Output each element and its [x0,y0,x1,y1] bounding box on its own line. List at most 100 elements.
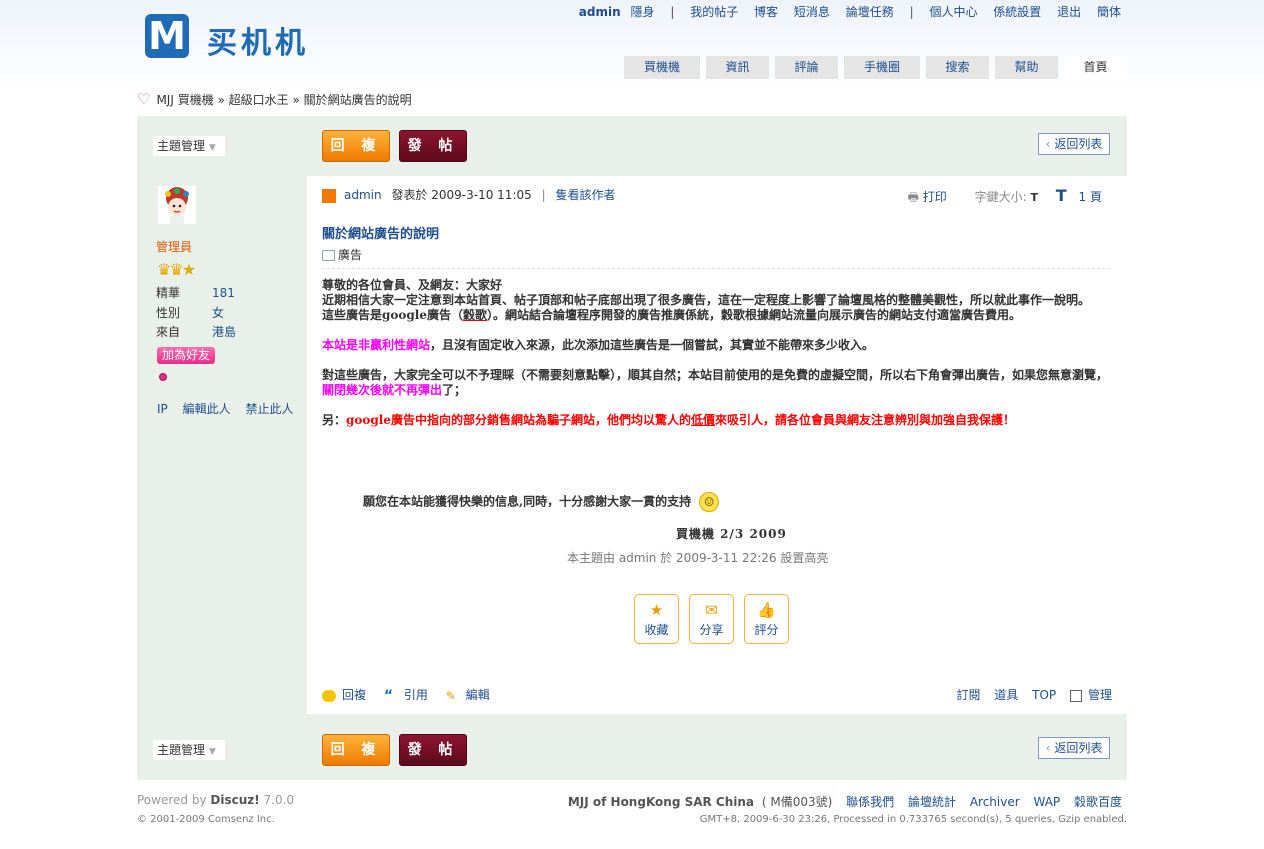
back-arrow-icon: ‹ [1045,137,1051,151]
site-name-link[interactable]: MJJ of HongKong SAR China [568,795,754,809]
archiver-link[interactable]: Archiver [970,795,1020,809]
props-link[interactable]: 道具 [994,688,1018,702]
content-text-red-underlined: 低價 [691,413,716,427]
new-post-button[interactable]: 發 帖 [399,130,467,162]
stat-value: 女 [212,305,225,320]
post-header-tools: 🖶 打印 字鍵大小: T T 1 頁 [908,186,1102,209]
user-admin-links: IP 編輯此人 禁止此人 [157,400,304,417]
discuz-link[interactable]: Discuz! [210,793,259,807]
my-posts-link[interactable]: 我的帖子 [690,5,738,19]
username-link[interactable]: admin [579,5,621,19]
content-line: 近期相信大家一定注意到本站首頁、帖子頂部和帖子底部出現了很多廣告，這在一定程度上… [322,293,1091,307]
reply-link[interactable]: 回複 [342,688,366,702]
quote-link[interactable]: 引用 [404,688,428,702]
tab-help[interactable]: 幫助 [995,56,1058,79]
print-link[interactable]: 打印 [923,190,947,204]
blog-link[interactable]: 博客 [754,5,778,19]
post-footer-right: 訂閱 道具 TOP 管理 [946,686,1112,703]
rate-button[interactable]: 👍 評分 [744,594,789,644]
thread-manage-label: 主題管理 [157,139,206,153]
logout-link[interactable]: 退出 [1057,5,1081,19]
content-text: 這些廣告是google廣告（ [322,308,463,322]
post-time: 發表於 2009-3-10 11:05 [391,188,532,202]
content-line: 另：google廣告中指向的部分銷售網站為騙子網站，他們均以驚人的低價來吸引人，… [322,413,1112,428]
thread-panel: 主題管理 ▼ 回 複 發 帖 ‹ 返回列表 管理員 ♛♛★ 精華 181 性別 … [137,116,1127,780]
ban-user-link[interactable]: 禁止此人 [245,402,293,416]
stat-row: 精華 181 [156,284,296,304]
font-small-button[interactable]: T [1030,191,1038,204]
add-friend-button[interactable]: 加為好友 [157,347,215,364]
thread-manage-dropdown-bottom[interactable]: 主題管理 ▼ [153,740,225,760]
stats-link[interactable]: 論壇統計 [908,795,956,809]
copyright: © 2001-2009 Comsenz Inc. [137,814,275,825]
favorite-label: 收藏 [644,623,669,637]
manage-label: 管理 [1087,688,1112,702]
messages-link[interactable]: 短消息 [794,5,830,19]
manage-checkbox[interactable] [1069,689,1082,702]
tab-phone-circle[interactable]: 手機圈 [844,56,920,79]
invisible-link[interactable]: 隱身 [630,5,654,19]
stat-row: 來自 港島 [156,323,296,343]
content-text-red: 來吸引人，請各位會員與網友注意辨別與加強自我保護！ [715,413,1016,427]
share-label: 分享 [699,623,724,637]
tab-buy-phones[interactable]: 買機機 [624,56,700,79]
tab-reviews[interactable]: 評論 [775,56,838,79]
content-text: ，且沒有固定收入來源，此次添加這些廣告是一個嘗試，其實並不能帶來多少收入。 [430,338,875,352]
stat-label: 性別 [156,305,181,320]
back-to-list-button-bottom[interactable]: ‹ 返回列表 [1038,737,1110,759]
reply-button-bottom[interactable]: 回 複 [322,734,390,766]
processing-info: GMT+8, 2009-6-30 23:26, Processed in 0.7… [699,814,1127,825]
logo-text: 买机机 [207,26,309,61]
favorite-button[interactable]: ★ 收藏 [634,594,679,644]
back-to-list-button[interactable]: ‹ 返回列表 [1038,133,1110,155]
rate-icon: 👍 [757,601,776,619]
tag-link[interactable]: 廣告 [338,248,362,262]
font-large-button[interactable]: T [1056,186,1067,205]
edit-user-link[interactable]: 編輯此人 [183,402,231,416]
print-icon: 🖶 [907,190,919,204]
share-button[interactable]: ✉ 分享 [689,594,734,644]
site-logo[interactable]: M 买机机 [145,14,320,61]
breadcrumb-text[interactable]: MJJ 買機機 » 超級口水王 » 關於網站廣告的說明 [156,93,411,107]
thread-manage-dropdown[interactable]: 主題管理 ▼ [153,136,225,156]
simplified-chinese-link[interactable]: 簡体 [1097,5,1121,19]
content-text: 另： [322,413,347,427]
rate-label: 評分 [754,623,779,637]
tab-search[interactable]: 搜索 [926,56,989,79]
stat-value: 港島 [212,325,237,339]
avatar[interactable] [158,186,196,224]
content-text-red: google廣告中指向的部分銷售網站為騙子網站，他們均以驚人的 [346,413,692,427]
contact-link[interactable]: 聯係我們 [846,795,894,809]
tab-home[interactable]: 首頁 [1064,56,1127,79]
reply-button[interactable]: 回 複 [322,130,390,162]
post-author-link[interactable]: admin [344,188,382,202]
logo-mark: M [145,14,189,58]
manage-control[interactable]: 管理 [1069,688,1112,702]
profile-center-link[interactable]: 個人中心 [929,5,977,19]
post-footer: 回複 “ 引用 ✎ 編輯 訂閱 道具 TOP 管理 [322,686,1112,703]
edit-link[interactable]: 編輯 [466,688,490,702]
google-baidu-link[interactable]: 穀歌百度 [1074,795,1122,809]
tab-news[interactable]: 資訊 [706,56,769,79]
ip-link[interactable]: IP [157,402,168,416]
stat-value[interactable]: 181 [212,286,235,300]
only-author-link[interactable]: 隻看該作者 [555,188,615,202]
content-text-underlined: 穀歌 [462,308,487,322]
post-blessing: 願您在本站能獲得快樂的信息,同時，十分感謝大家一貫的支持 ☺ [363,492,720,512]
online-status-icon [159,373,167,381]
subscribe-link[interactable]: 訂閱 [956,688,980,702]
wap-link[interactable]: WAP [1034,795,1061,809]
top-navigation: admin 隱身 | 我的帖子 博客 短消息 論壇任務 | 個人中心 係統設置 … [579,3,1121,20]
back-to-list-label: 返回列表 [1054,741,1103,755]
top-link[interactable]: TOP [1032,688,1056,702]
user-stats: 精華 181 性別 女 來自 港島 [156,284,296,343]
tasks-link[interactable]: 論壇任務 [846,5,894,19]
powered-prefix: Powered by [137,793,211,807]
content-line: 對這些廣告，大家完全可以不予理睬（不需要刻意點擊），順其自然；本站目前使用的是免… [322,368,1112,398]
new-post-button-bottom[interactable]: 發 帖 [399,734,467,766]
star-icon: ★ [649,601,664,619]
settings-link[interactable]: 係統設置 [993,5,1041,19]
nav-separator: | [909,5,914,19]
